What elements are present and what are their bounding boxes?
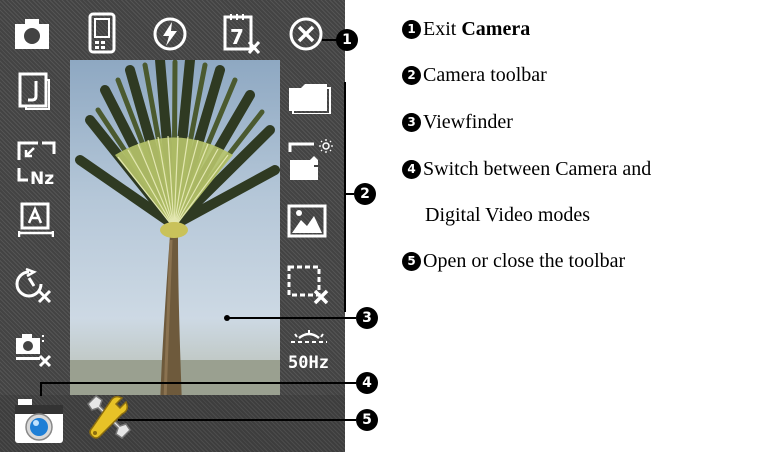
- exit-icon[interactable]: [288, 16, 324, 52]
- viewfinder[interactable]: [70, 60, 280, 405]
- timestamp-digit: 7: [230, 25, 244, 49]
- callout-badge-1: 1: [336, 29, 358, 51]
- legend-text: Digital Video modes: [425, 204, 591, 226]
- legend-item-camera-toolbar: 2 Camera toolbar: [402, 64, 547, 87]
- callout-3-leader: [228, 317, 356, 319]
- camera-screen: 7 Nz 50Hz: [0, 0, 345, 452]
- legend-item-switch-mode: 4 Switch between Camera and: [402, 158, 651, 181]
- callout-2-bracket: [344, 82, 346, 312]
- auto-focus-icon[interactable]: [18, 200, 54, 240]
- legend-number: 3: [402, 113, 421, 132]
- scene-mode-icon[interactable]: [287, 204, 329, 240]
- resolution-icon[interactable]: Nz: [16, 140, 60, 186]
- legend-text: Exit: [423, 18, 462, 40]
- legend-number: 2: [402, 66, 421, 85]
- legend-number: 5: [402, 252, 421, 271]
- legend-number: 4: [402, 160, 421, 179]
- device-storage-icon[interactable]: [88, 12, 116, 54]
- resolution-label: Nz: [30, 169, 54, 186]
- folder-icon[interactable]: [287, 80, 331, 114]
- wrench-toolbar-toggle-icon[interactable]: [80, 392, 132, 442]
- burst-off-icon[interactable]: [14, 330, 54, 368]
- legend-item-toggle-toolbar: 5 Open or close the toolbar: [402, 250, 625, 273]
- camera-video-switch-icon[interactable]: [14, 395, 66, 447]
- callout-4-leader-v: [40, 382, 42, 396]
- callout-badge-3: 3: [356, 307, 378, 329]
- flicker-50hz-icon[interactable]: 50Hz: [287, 328, 331, 374]
- timestamp-off-icon[interactable]: 7: [222, 12, 262, 56]
- callout-badge-2: 2: [354, 183, 376, 205]
- callout-4-leader-h: [40, 382, 356, 384]
- callout-badge-5: 5: [356, 409, 378, 431]
- legend-item-viewfinder: 3 Viewfinder: [402, 111, 513, 134]
- callout-5-leader: [118, 419, 356, 421]
- frame-off-icon[interactable]: [286, 264, 330, 306]
- flicker-label: 50Hz: [288, 353, 329, 373]
- legend-bold-text: Camera: [461, 18, 531, 40]
- jpeg-quality-icon[interactable]: [18, 72, 50, 110]
- flash-off-icon[interactable]: [152, 16, 188, 52]
- legend-text: Viewfinder: [423, 111, 513, 133]
- legend-item-switch-mode-continued: Digital Video modes: [425, 204, 590, 227]
- viewfinder-image: [70, 60, 280, 405]
- legend-number: 1: [402, 20, 421, 39]
- legend-item-exit-camera: 1 Exit Camera: [402, 18, 530, 41]
- camera-mode-icon[interactable]: [14, 17, 50, 51]
- legend-text: Open or close the toolbar: [423, 250, 626, 272]
- legend-text: Camera toolbar: [423, 64, 547, 86]
- callout-2-leader: [344, 193, 354, 195]
- legend-text: Switch between Camera and: [423, 158, 652, 180]
- self-timer-off-icon[interactable]: [14, 264, 54, 304]
- brightness-icon[interactable]: [286, 138, 334, 184]
- callout-badge-4: 4: [356, 372, 378, 394]
